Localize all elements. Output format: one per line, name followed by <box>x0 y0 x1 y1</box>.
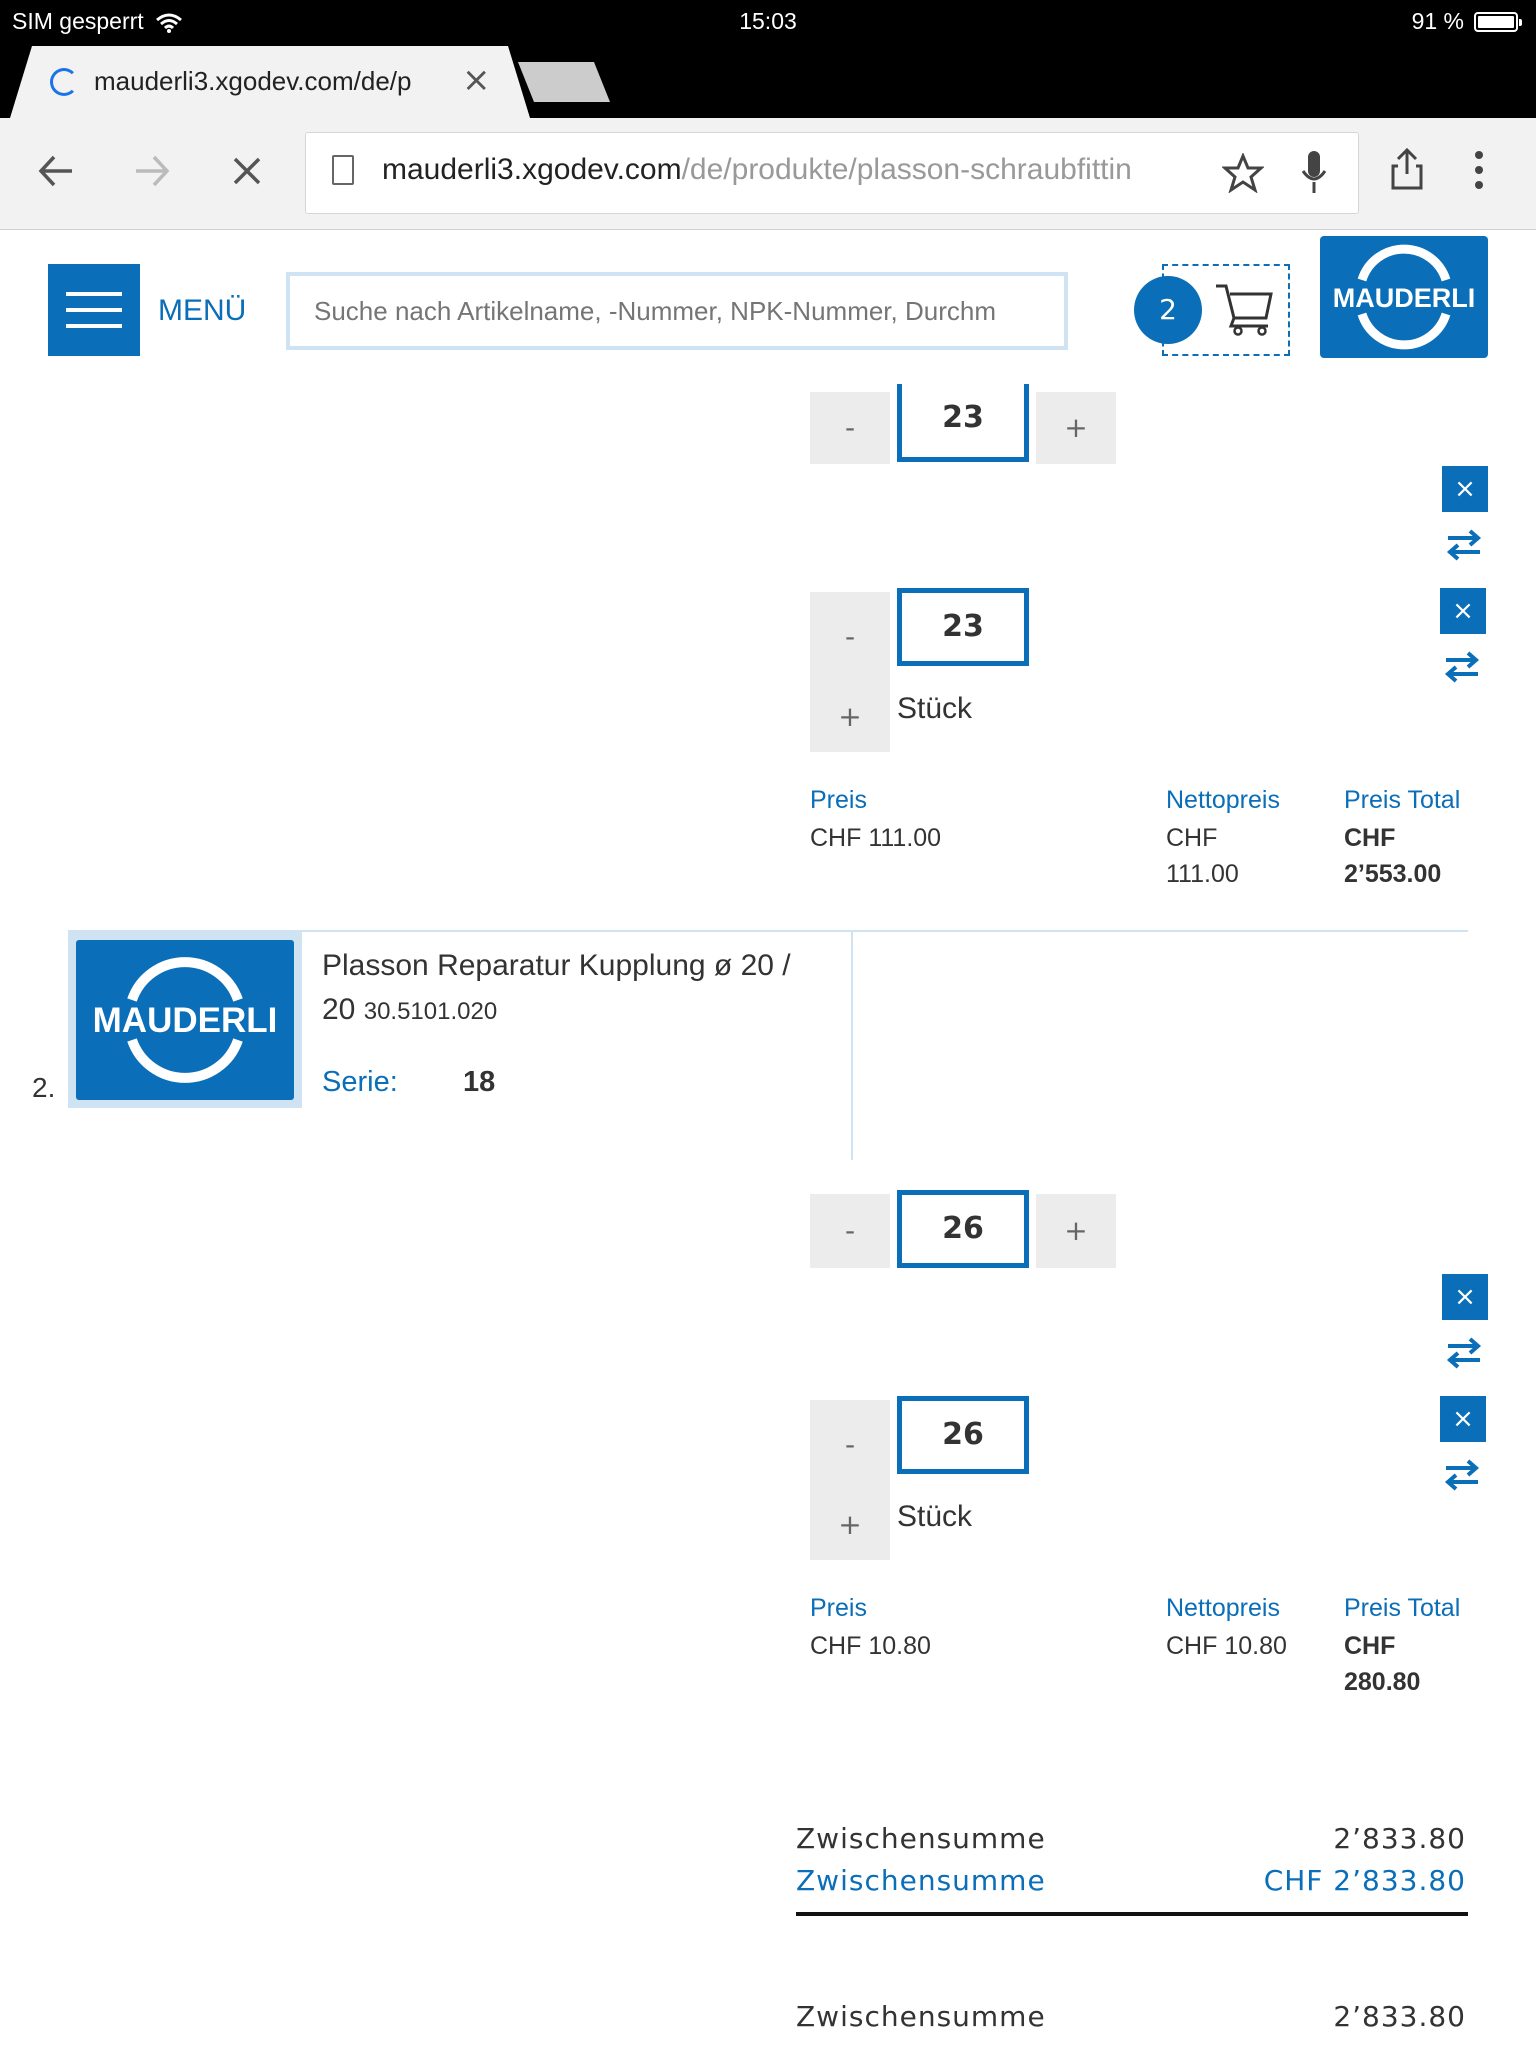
status-bar: SIM gesperrt 15:03 91 % <box>0 0 1536 46</box>
search-field[interactable] <box>286 272 1068 350</box>
item-vertical-divider <box>851 932 853 1160</box>
price-label: Preis <box>810 1594 867 1622</box>
cart-icon <box>1216 284 1273 336</box>
qty-stepper: - + <box>810 592 890 752</box>
price-label: Preis <box>810 786 867 814</box>
remove-item-button[interactable]: × <box>1442 466 1488 512</box>
subtotal-label: Zwischensumme <box>796 1822 1046 1855</box>
total-price-currency: CHF <box>1344 1632 1396 1660</box>
unit-label: Stück <box>897 1500 973 1533</box>
battery-percent: 91 % <box>1411 8 1464 34</box>
swap-icon[interactable] <box>1442 1458 1482 1492</box>
clock: 15:03 <box>739 8 797 34</box>
qty-input[interactable]: 23 <box>897 384 1029 462</box>
serie-value: 18 <box>463 1066 496 1098</box>
product-logo-text: MAUDERLI <box>93 1001 278 1040</box>
tab-strip: mauderli3.xgodev.com/de/p × <box>0 46 1536 118</box>
qty-increase-button[interactable]: + <box>810 1508 890 1541</box>
swap-icon[interactable] <box>1444 1336 1484 1370</box>
product-title[interactable]: Plasson Reparatur Kupplung ø 20 / 20 30.… <box>322 944 822 1034</box>
item-number: 2. <box>32 1072 56 1103</box>
tab-title: mauderli3.xgodev.com/de/p <box>94 66 412 96</box>
item-divider <box>302 930 1468 932</box>
menu-button[interactable] <box>48 264 140 356</box>
total-price-label: Preis Total <box>1344 1594 1461 1622</box>
qty-input[interactable]: 26 <box>897 1190 1029 1268</box>
tab-close-icon[interactable]: × <box>462 60 491 100</box>
swap-icon[interactable] <box>1442 650 1482 684</box>
browser-toolbar: mauderli3.xgodev.com/de/produkte/plasson… <box>0 118 1536 230</box>
qty-increase-button[interactable]: + <box>1036 1194 1116 1268</box>
qty-decrease-button[interactable]: - <box>810 392 890 464</box>
net-price-label: Nettopreis <box>1166 1594 1280 1622</box>
page-icon <box>332 155 354 185</box>
loading-spinner-icon <box>50 68 78 96</box>
price-value: CHF 10.80 <box>810 1632 931 1660</box>
total-price-currency: CHF <box>1344 824 1396 852</box>
qty-input[interactable]: 26 <box>897 1396 1029 1474</box>
unit-label: Stück <box>897 692 973 725</box>
price-value: CHF 111.00 <box>810 824 942 852</box>
total-price-value: 2’553.00 <box>1344 860 1442 888</box>
summary-rule <box>796 1912 1468 1916</box>
net-price-value: CHF 10.80 <box>1166 1632 1287 1660</box>
remove-item-button[interactable]: × <box>1442 1274 1488 1320</box>
microphone-icon[interactable] <box>1300 149 1328 197</box>
forward-icon[interactable] <box>134 154 170 188</box>
net-price-currency: CHF <box>1166 824 1218 852</box>
qty-increase-button[interactable]: + <box>810 700 890 733</box>
logo-mark: MAUDERLI <box>1333 244 1476 350</box>
battery-icon <box>1474 11 1522 32</box>
swap-icon[interactable] <box>1444 528 1484 562</box>
share-icon[interactable] <box>1390 148 1424 190</box>
more-menu-icon[interactable] <box>1474 150 1484 190</box>
subtotal-value: 2’833.80 <box>1333 1822 1466 1855</box>
bookmark-star-icon[interactable] <box>1222 153 1264 193</box>
subtotal-chf-label: Zwischensumme <box>796 1864 1046 1897</box>
battery-status: 91 % <box>1411 8 1522 35</box>
qty-decrease-button[interactable]: - <box>810 620 890 653</box>
menu-label[interactable]: MENÜ <box>158 294 246 328</box>
net-price-label: Nettopreis <box>1166 786 1280 814</box>
qty-decrease-button[interactable]: - <box>810 1428 890 1461</box>
product-image[interactable]: MAUDERLI <box>68 930 302 1108</box>
net-price-value: 111.00 <box>1166 860 1239 888</box>
stop-loading-icon[interactable] <box>232 156 262 186</box>
qty-decrease-button[interactable]: - <box>810 1194 890 1268</box>
tab-active[interactable]: mauderli3.xgodev.com/de/p × <box>10 46 530 118</box>
cart-count-badge[interactable]: 2 <box>1134 276 1202 344</box>
subtotal-chf-value: CHF 2’833.80 <box>1263 1864 1466 1897</box>
serie-label: Serie: <box>322 1066 398 1098</box>
qty-stepper: - + <box>810 1400 890 1560</box>
total-price-value: 280.80 <box>1344 1668 1421 1696</box>
subtotal-label: Zwischensumme <box>796 2000 1046 2033</box>
remove-item-button[interactable]: × <box>1440 588 1486 634</box>
qty-input[interactable]: 23 <box>897 588 1029 666</box>
back-icon[interactable] <box>38 154 74 188</box>
qty-increase-button[interactable]: + <box>1036 392 1116 464</box>
address-bar[interactable]: mauderli3.xgodev.com/de/produkte/plasson… <box>305 132 1359 214</box>
article-number: 30.5101.020 <box>363 998 498 1025</box>
product-logo: MAUDERLI <box>93 957 278 1083</box>
search-input[interactable] <box>290 276 1064 346</box>
url-text[interactable]: mauderli3.xgodev.com/de/produkte/plasson… <box>382 153 1212 187</box>
subtotal-value: 2’833.80 <box>1333 2000 1466 2033</box>
logo-text: MAUDERLI <box>1333 283 1476 313</box>
remove-item-button[interactable]: × <box>1440 1396 1486 1442</box>
hamburger-icon <box>66 292 122 296</box>
mauderli-logo[interactable]: MAUDERLI <box>1320 236 1488 358</box>
total-price-label: Preis Total <box>1344 786 1461 814</box>
new-tab-button[interactable] <box>518 62 610 102</box>
